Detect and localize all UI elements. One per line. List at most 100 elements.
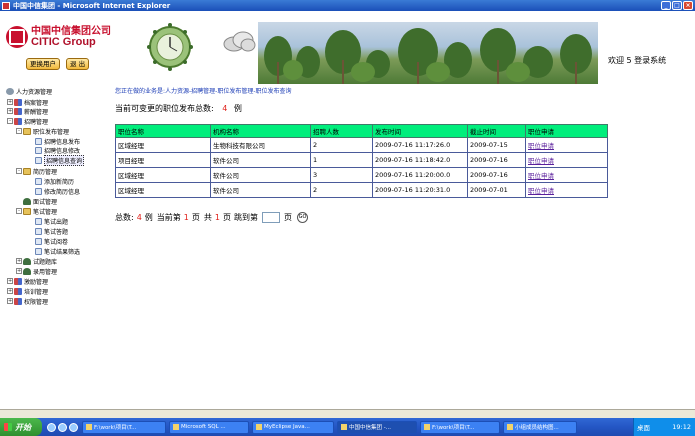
logout-button[interactable]: 退 出 (66, 58, 90, 70)
citic-logo-mark (6, 26, 28, 48)
folder-icon (23, 127, 31, 135)
page-icon (35, 177, 42, 185)
task-button[interactable]: 小组成员结构图... (503, 420, 577, 434)
tree-item-answer[interactable]: 笔试答题 (35, 227, 68, 236)
window-controls: _ □ × (661, 1, 693, 10)
book-icon (14, 98, 22, 106)
expand-icon[interactable]: + (7, 298, 13, 304)
page-icon (35, 187, 42, 195)
page-header: 中国中信集团公司 CITIC Group 更换用户 退 出 欢迎 5 登录系统 (0, 11, 695, 84)
page-icon (35, 137, 42, 145)
desktop-label[interactable]: 桌面 (637, 422, 650, 432)
table-row: 项目经理 软件公司 1 2009-07-16 11:18:42.0 2009-0… (115, 152, 608, 168)
collapse-icon[interactable]: - (16, 168, 22, 174)
table-row: 区域经理 软件公司 3 2009-07-16 11:20:00.0 2009-0… (115, 167, 608, 183)
job-postings-table: 职位名称 机构名称 招聘人数 发布时间 截止时间 职位申请 区域经理 生物科技有… (115, 124, 608, 198)
citic-logo: 中国中信集团公司 CITIC Group (6, 26, 111, 48)
expand-icon[interactable]: + (7, 108, 13, 114)
collapse-icon[interactable]: - (16, 208, 22, 214)
tree-item-permissions[interactable]: + 权限管理 (7, 297, 48, 306)
tree-item-edit-info[interactable]: 招聘信息修改 (35, 146, 80, 155)
windows-taskbar: 开始 F:\work\项目\T... Microsoft SQL ... MyE… (0, 418, 695, 436)
desktop-quicklaunch-icon[interactable] (58, 422, 67, 432)
tree-item-edit-resume[interactable]: 修改简历信息 (35, 187, 80, 196)
tree-item-interview[interactable]: 面试管理 (23, 197, 57, 206)
jump-page-input[interactable] (261, 212, 280, 223)
sidebar-tree: 人力资源管理 + 档案管理 + 薪酬管理 - 招聘管理 - 职位发布管理 招聘信… (0, 84, 105, 409)
task-button[interactable]: Microsoft SQL ... (169, 420, 249, 434)
apply-link[interactable]: 职位申请 (528, 172, 554, 180)
apply-link[interactable]: 职位申请 (528, 142, 554, 150)
system-tray: 桌面 19:12 (633, 418, 695, 436)
browser-statusbar (0, 409, 695, 418)
tree-item-post-info[interactable]: 招聘信息发布 (35, 137, 80, 146)
posting-summary: 当前可变更的职位发布总数: 4 例 (115, 104, 242, 113)
tree-root[interactable]: 人力资源管理 (6, 87, 52, 96)
tree-item-recruitment[interactable]: - 招聘管理 (7, 117, 48, 126)
tree-item-archives[interactable]: + 档案管理 (7, 98, 48, 107)
book-icon (14, 297, 22, 305)
page-icon (35, 237, 42, 245)
task-button[interactable]: F:\work\项目\T... (420, 420, 500, 434)
expand-icon[interactable]: + (16, 258, 22, 264)
book-icon (14, 117, 22, 125)
minimize-button[interactable]: _ (661, 1, 671, 10)
apply-link[interactable]: 职位申请 (528, 157, 554, 165)
tree-item-grading[interactable]: 笔试阅卷 (35, 237, 68, 246)
collapse-icon[interactable]: - (16, 128, 22, 134)
book-icon (14, 107, 22, 115)
col-header: 职位申请 (525, 124, 608, 138)
media-quicklaunch-icon[interactable] (69, 422, 78, 432)
collapse-icon[interactable]: - (7, 118, 13, 124)
tree-item-job-posting[interactable]: - 职位发布管理 (16, 127, 69, 136)
tree-item-incentive[interactable]: + 激励管理 (7, 277, 48, 286)
expand-icon[interactable]: + (7, 278, 13, 284)
globe-icon (6, 87, 14, 95)
book-icon (14, 277, 22, 285)
quick-launch (47, 422, 78, 432)
task-button-active[interactable]: 中国中信集团 -... (337, 420, 417, 434)
switch-user-button[interactable]: 更换用户 (26, 58, 60, 70)
window-title: 中国中信集团 - Microsoft Internet Explorer (13, 1, 171, 10)
tree-item-hiring[interactable]: + 录用管理 (16, 267, 57, 276)
window-titlebar: 中国中信集团 - Microsoft Internet Explorer _ □… (0, 0, 695, 11)
col-header: 职位名称 (115, 124, 211, 138)
tree-item-result-filter[interactable]: 笔试结果筛选 (35, 247, 80, 256)
tree-item-resume[interactable]: - 简历管理 (16, 167, 57, 176)
tree-item-salary[interactable]: + 薪酬管理 (7, 107, 48, 116)
tree-item-question-bank[interactable]: + 试题题库 (16, 257, 57, 266)
table-row: 区域经理 生物科技有限公司 2 2009-07-16 11:17:26.0 20… (115, 137, 608, 153)
tree-item-make-questions[interactable]: 笔试出题 (35, 217, 68, 226)
cloud-graphic (223, 31, 256, 52)
page-icon (35, 217, 42, 225)
folder-icon (23, 167, 31, 175)
total-count: 4 (136, 213, 142, 222)
maximize-button[interactable]: □ (672, 1, 682, 10)
tree-item-written-test[interactable]: - 笔试管理 (16, 207, 57, 216)
apply-link[interactable]: 职位申请 (528, 187, 554, 195)
cap-icon (23, 267, 31, 275)
table-header-row: 职位名称 机构名称 招聘人数 发布时间 截止时间 职位申请 (115, 124, 608, 138)
breadcrumb: 您正在做的业务是:人力资源-招聘管理-职位发布管理-职位发布查询 (115, 88, 292, 95)
total-pages: 1 (214, 213, 220, 222)
tree-item-training[interactable]: + 培训管理 (7, 287, 48, 296)
start-button[interactable]: 开始 (0, 418, 42, 436)
col-header: 招聘人数 (310, 124, 373, 138)
expand-icon[interactable]: + (7, 288, 13, 294)
task-button[interactable]: MyEclipse Java... (252, 420, 334, 434)
table-row: 区域经理 软件公司 2 2009-07-16 11:20:31.0 2009-0… (115, 182, 608, 198)
tree-item-add-resume[interactable]: 添加新简历 (35, 177, 74, 186)
book-icon (14, 287, 22, 295)
go-button[interactable]: GO (296, 212, 308, 223)
page-icon (35, 146, 42, 154)
page-icon (35, 247, 42, 255)
tree-item-query-info[interactable]: 招聘信息查询 (35, 154, 85, 166)
ie-quicklaunch-icon[interactable] (47, 422, 56, 432)
clock-graphic (147, 23, 193, 71)
expand-icon[interactable]: + (16, 268, 22, 274)
ie-icon (2, 1, 10, 10)
close-button[interactable]: × (683, 1, 693, 10)
expand-icon[interactable]: + (7, 99, 13, 105)
folder-icon (23, 207, 31, 215)
task-button[interactable]: F:\work\项目\T... (82, 420, 166, 434)
